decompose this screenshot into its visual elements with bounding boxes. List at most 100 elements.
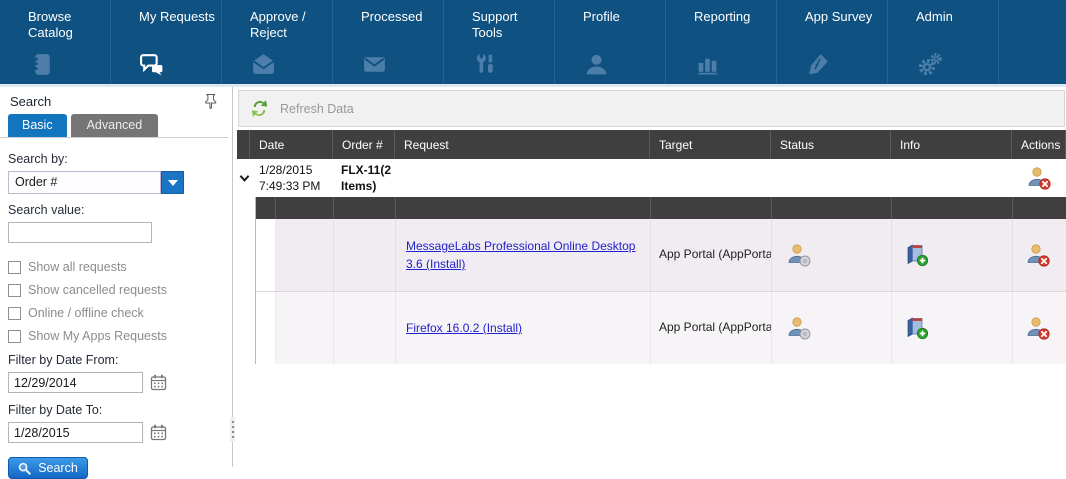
header-gutter — [237, 130, 250, 159]
checkbox[interactable] — [8, 261, 21, 274]
nav-tab-label: My Requests — [139, 9, 217, 25]
nav-tab-browse-catalog[interactable]: Browse Catalog — [0, 0, 111, 84]
column-header-target[interactable]: Target — [650, 130, 771, 159]
status-cell — [772, 292, 892, 364]
actions-cell — [1013, 219, 1066, 291]
nav-tab-app-survey[interactable]: App Survey — [777, 0, 888, 84]
gears-icon — [916, 51, 998, 78]
checkbox-show-my-apps-requests[interactable]: Show My Apps Requests — [8, 329, 220, 343]
nav-tab-label: Browse Catalog — [28, 9, 106, 42]
checkbox-show-cancelled-requests[interactable]: Show cancelled requests — [8, 283, 220, 297]
search-button[interactable]: Search — [8, 457, 88, 479]
calendar-icon[interactable] — [150, 424, 167, 441]
checkbox[interactable] — [8, 284, 21, 297]
toolbar: Refresh Data — [238, 90, 1065, 127]
date-to-label: Filter by Date To: — [8, 403, 220, 417]
person-cancel-icon[interactable] — [1025, 315, 1051, 341]
search-button-label: Search — [38, 461, 78, 475]
dropdown-button[interactable] — [161, 171, 184, 194]
nav-tab-label: Processed — [361, 9, 439, 25]
checkbox-online-offline-check[interactable]: Online / offline check — [8, 306, 220, 320]
search-panel-title: Search — [10, 94, 205, 109]
splitter-handle[interactable] — [230, 417, 235, 442]
checkbox[interactable] — [8, 330, 21, 343]
checkbox-label: Online / offline check — [28, 306, 144, 320]
tab-basic[interactable]: Basic — [8, 114, 67, 137]
checkbox-label: Show My Apps Requests — [28, 329, 167, 343]
search-icon — [18, 462, 31, 475]
search-value-label: Search value: — [8, 203, 220, 217]
table-row: MessageLabs Professional Online Desktop … — [256, 219, 1066, 292]
refresh-icon — [247, 96, 272, 121]
nav-tab-label: Reporting — [694, 9, 772, 25]
column-header-order[interactable]: Order # — [333, 130, 395, 159]
person-cancel-icon[interactable] — [1025, 242, 1051, 268]
search-tabs: Basic Advanced — [0, 113, 228, 138]
nav-tab-label: App Survey — [805, 9, 883, 25]
open-envelope-icon — [250, 51, 332, 78]
column-header-actions[interactable]: Actions — [1012, 130, 1066, 159]
calendar-icon[interactable] — [150, 374, 167, 391]
install-package-icon[interactable] — [904, 315, 930, 341]
request-link[interactable]: Firefox 16.0.2 (Install) — [406, 319, 522, 337]
search-panel: Search Basic Advanced Search by: Order #… — [0, 87, 228, 467]
nav-tab-label: Profile — [583, 9, 661, 25]
pen-icon — [805, 51, 887, 78]
expand-chevron-icon[interactable] — [237, 174, 250, 183]
bar-chart-icon — [694, 51, 776, 78]
nav-tab-approve-reject[interactable]: Approve / Reject — [222, 0, 333, 84]
table-row: Firefox 16.0.2 (Install) App Portal (App… — [256, 292, 1066, 364]
checkbox-label: Show cancelled requests — [28, 283, 167, 297]
nav-tab-my-requests[interactable]: My Requests — [111, 0, 222, 84]
top-nav: Browse Catalog My Requests Approve / Rej… — [0, 0, 1066, 84]
group-order-number: FLX-11(2 Items) — [333, 162, 395, 194]
column-header-date[interactable]: Date — [250, 130, 333, 159]
sub-table-header — [256, 197, 1066, 219]
notebook-icon — [28, 51, 110, 78]
order-items-table: MessageLabs Professional Online Desktop … — [255, 197, 1066, 364]
nav-tab-label: Approve / Reject — [250, 9, 328, 42]
search-by-label: Search by: — [8, 152, 220, 166]
refresh-label: Refresh Data — [280, 102, 354, 116]
info-cell — [892, 292, 1013, 364]
date-from-label: Filter by Date From: — [8, 353, 220, 367]
checkbox-show-all-requests[interactable]: Show all requests — [8, 260, 220, 274]
date-to-input[interactable] — [8, 422, 143, 443]
chat-bubbles-icon — [139, 51, 221, 78]
order-group-row: 1/28/2015 7:49:33 PM FLX-11(2 Items) — [237, 159, 1066, 197]
splitter-line — [232, 87, 233, 467]
tools-icon — [472, 51, 554, 78]
search-by-select[interactable]: Order # — [8, 171, 184, 194]
person-status-icon — [786, 315, 812, 341]
target-cell: App Portal (AppPortal) on SCHAPAPPCM12BO… — [651, 292, 772, 364]
install-package-icon[interactable] — [904, 242, 930, 268]
nav-tab-admin[interactable]: Admin — [888, 0, 999, 84]
nav-tab-label: Support Tools — [472, 9, 550, 42]
column-header-info[interactable]: Info — [891, 130, 1012, 159]
checkbox-label: Show all requests — [28, 260, 127, 274]
date-from-input[interactable] — [8, 372, 143, 393]
search-by-value: Order # — [8, 171, 161, 194]
tab-advanced[interactable]: Advanced — [71, 114, 159, 137]
nav-tab-label: Admin — [916, 9, 994, 25]
person-cancel-icon[interactable] — [1012, 165, 1066, 191]
panel-splitter[interactable] — [228, 87, 237, 467]
target-cell: App Portal (AppPortal) on SCHAPAPPCM12BO… — [651, 219, 772, 291]
info-cell — [892, 219, 1013, 291]
envelope-icon — [361, 51, 443, 78]
request-link[interactable]: MessageLabs Professional Online Desktop … — [406, 237, 640, 273]
refresh-data-button[interactable]: Refresh Data — [247, 96, 354, 121]
chevron-down-icon — [168, 180, 178, 186]
nav-tab-profile[interactable]: Profile — [555, 0, 666, 84]
person-icon — [583, 51, 665, 78]
nav-tab-reporting[interactable]: Reporting — [666, 0, 777, 84]
status-cell — [772, 219, 892, 291]
search-value-input[interactable] — [8, 222, 152, 243]
nav-tab-support-tools[interactable]: Support Tools — [444, 0, 555, 84]
column-header-status[interactable]: Status — [771, 130, 891, 159]
checkbox[interactable] — [8, 307, 21, 320]
nav-tab-processed[interactable]: Processed — [333, 0, 444, 84]
group-date: 1/28/2015 7:49:33 PM — [250, 162, 333, 194]
pin-icon[interactable] — [205, 94, 218, 109]
column-header-request[interactable]: Request — [395, 130, 650, 159]
